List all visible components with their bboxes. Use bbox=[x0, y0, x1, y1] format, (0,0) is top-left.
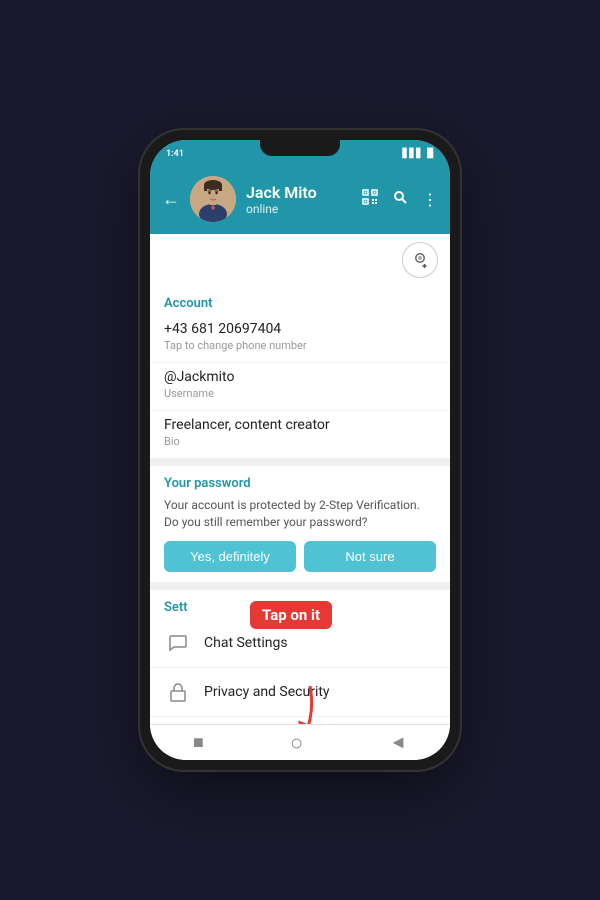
bio-value: Freelancer, content creator bbox=[164, 417, 436, 433]
avatar-image bbox=[190, 176, 236, 222]
status-bar: 1:41 ▋▋▋ ▉ bbox=[150, 140, 450, 168]
header: ← bbox=[150, 168, 450, 234]
chat-settings-item[interactable]: Tap on it Chat Settings bbox=[150, 619, 450, 668]
status-time: 1:41 bbox=[166, 149, 184, 159]
privacy-icon bbox=[164, 678, 192, 706]
add-photo-button[interactable] bbox=[402, 242, 438, 278]
square-nav-icon[interactable]: ■ bbox=[193, 732, 204, 753]
password-description: Your account is protected by 2-Step Veri… bbox=[164, 497, 436, 531]
phone-screen: 1:41 ▋▋▋ ▉ ← bbox=[150, 140, 450, 760]
bio-field[interactable]: Freelancer, content creator Bio bbox=[150, 411, 450, 458]
settings-section: Sett Tap on it Chat Settings bbox=[150, 590, 450, 724]
search-icon[interactable] bbox=[392, 189, 408, 209]
account-section: Account +43 681 20697404 Tap to change p… bbox=[150, 286, 450, 458]
bio-label: Bio bbox=[164, 435, 436, 448]
qr-icon[interactable] bbox=[362, 189, 378, 209]
username-label: Username bbox=[164, 387, 436, 400]
profile-photo-section bbox=[150, 234, 450, 286]
privacy-security-label: Privacy and Security bbox=[204, 684, 330, 700]
password-buttons: Yes, definitely Not sure bbox=[164, 541, 436, 572]
chat-settings-label: Chat Settings bbox=[204, 635, 288, 651]
header-status: online bbox=[246, 202, 352, 216]
status-icons: ▋▋▋ ▉ bbox=[402, 149, 434, 159]
privacy-security-item[interactable]: Privacy and Security bbox=[150, 668, 450, 717]
notifications-sounds-item[interactable]: Notifications and Sounds bbox=[150, 717, 450, 724]
phone-number: +43 681 20697404 bbox=[164, 321, 436, 337]
header-actions: ⋮ bbox=[362, 189, 438, 209]
avatar[interactable] bbox=[190, 176, 236, 222]
not-sure-button[interactable]: Not sure bbox=[304, 541, 436, 572]
phone-field[interactable]: +43 681 20697404 Tap to change phone num… bbox=[150, 315, 450, 363]
phone-hint: Tap to change phone number bbox=[164, 339, 436, 352]
notch bbox=[260, 140, 340, 156]
password-title: Your password bbox=[164, 476, 436, 491]
header-info: Jack Mito online bbox=[246, 183, 352, 216]
scroll-content: Account +43 681 20697404 Tap to change p… bbox=[150, 234, 450, 724]
tap-on-it-badge: Tap on it bbox=[250, 601, 332, 629]
username-field[interactable]: @Jackmito Username bbox=[150, 363, 450, 411]
battery-icon: ▉ bbox=[427, 149, 434, 159]
signal-icon: ▋▋▋ bbox=[402, 149, 423, 159]
circle-nav-icon[interactable]: ○ bbox=[290, 730, 303, 756]
account-title: Account bbox=[150, 286, 450, 315]
yes-definitely-button[interactable]: Yes, definitely bbox=[164, 541, 296, 572]
header-username: Jack Mito bbox=[246, 183, 352, 202]
triangle-nav-icon[interactable]: ◄ bbox=[389, 732, 407, 753]
back-button[interactable]: ← bbox=[162, 189, 180, 210]
chat-icon bbox=[164, 629, 192, 657]
more-options-icon[interactable]: ⋮ bbox=[422, 190, 438, 209]
password-section: Your password Your account is protected … bbox=[150, 466, 450, 582]
username-value: @Jackmito bbox=[164, 369, 436, 385]
navigation-bar: ■ ○ ◄ bbox=[150, 724, 450, 760]
phone-frame: 1:41 ▋▋▋ ▉ ← bbox=[140, 130, 460, 770]
